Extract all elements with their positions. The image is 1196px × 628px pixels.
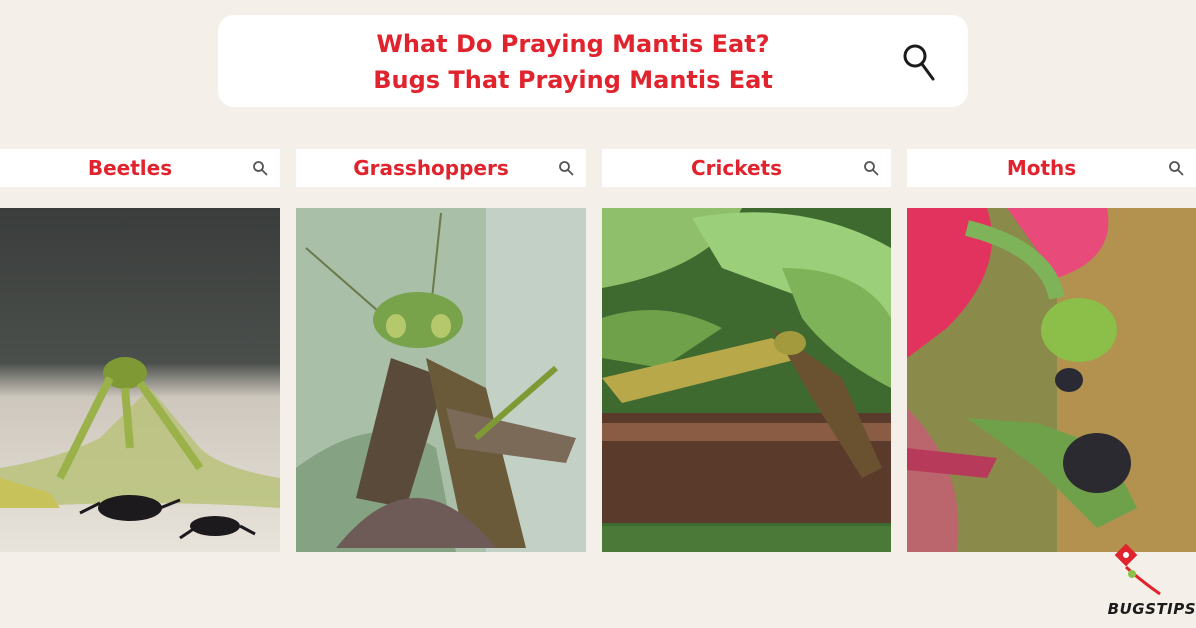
- title-line-1: What Do Praying Mantis Eat?: [376, 30, 770, 58]
- card-label-crickets: Crickets: [690, 156, 783, 180]
- card-label-grasshoppers: Grasshoppers: [353, 156, 509, 180]
- card-label-beetles: Beetles: [87, 156, 173, 180]
- search-icon[interactable]: [558, 160, 574, 176]
- page-title: What Do Praying Mantis Eat? Bugs That Pr…: [218, 26, 928, 98]
- card-header-grasshoppers[interactable]: Grasshoppers: [296, 149, 586, 187]
- search-icon[interactable]: [252, 160, 268, 176]
- card-header-beetles[interactable]: Beetles: [0, 149, 280, 187]
- logo-text: BUGSTIPS: [1107, 600, 1196, 618]
- photo-mantis-beetles: [0, 208, 280, 552]
- title-line-2: Bugs That Praying Mantis Eat: [373, 66, 773, 94]
- photo-mantis-moths: [907, 208, 1196, 552]
- photo-mantis-crickets: [602, 208, 891, 552]
- photo-mantis-grasshoppers: [296, 208, 586, 552]
- search-icon[interactable]: [1168, 160, 1184, 176]
- search-icon[interactable]: [902, 42, 936, 82]
- bug-logo-icon: [1114, 543, 1161, 596]
- card-header-moths[interactable]: Moths: [907, 149, 1196, 187]
- card-label-moths: Moths: [1006, 156, 1077, 180]
- search-bar[interactable]: What Do Praying Mantis Eat? Bugs That Pr…: [218, 15, 968, 107]
- bugstips-logo: BUGSTIPS: [1100, 542, 1196, 622]
- search-icon[interactable]: [863, 160, 879, 176]
- card-header-crickets[interactable]: Crickets: [602, 149, 891, 187]
